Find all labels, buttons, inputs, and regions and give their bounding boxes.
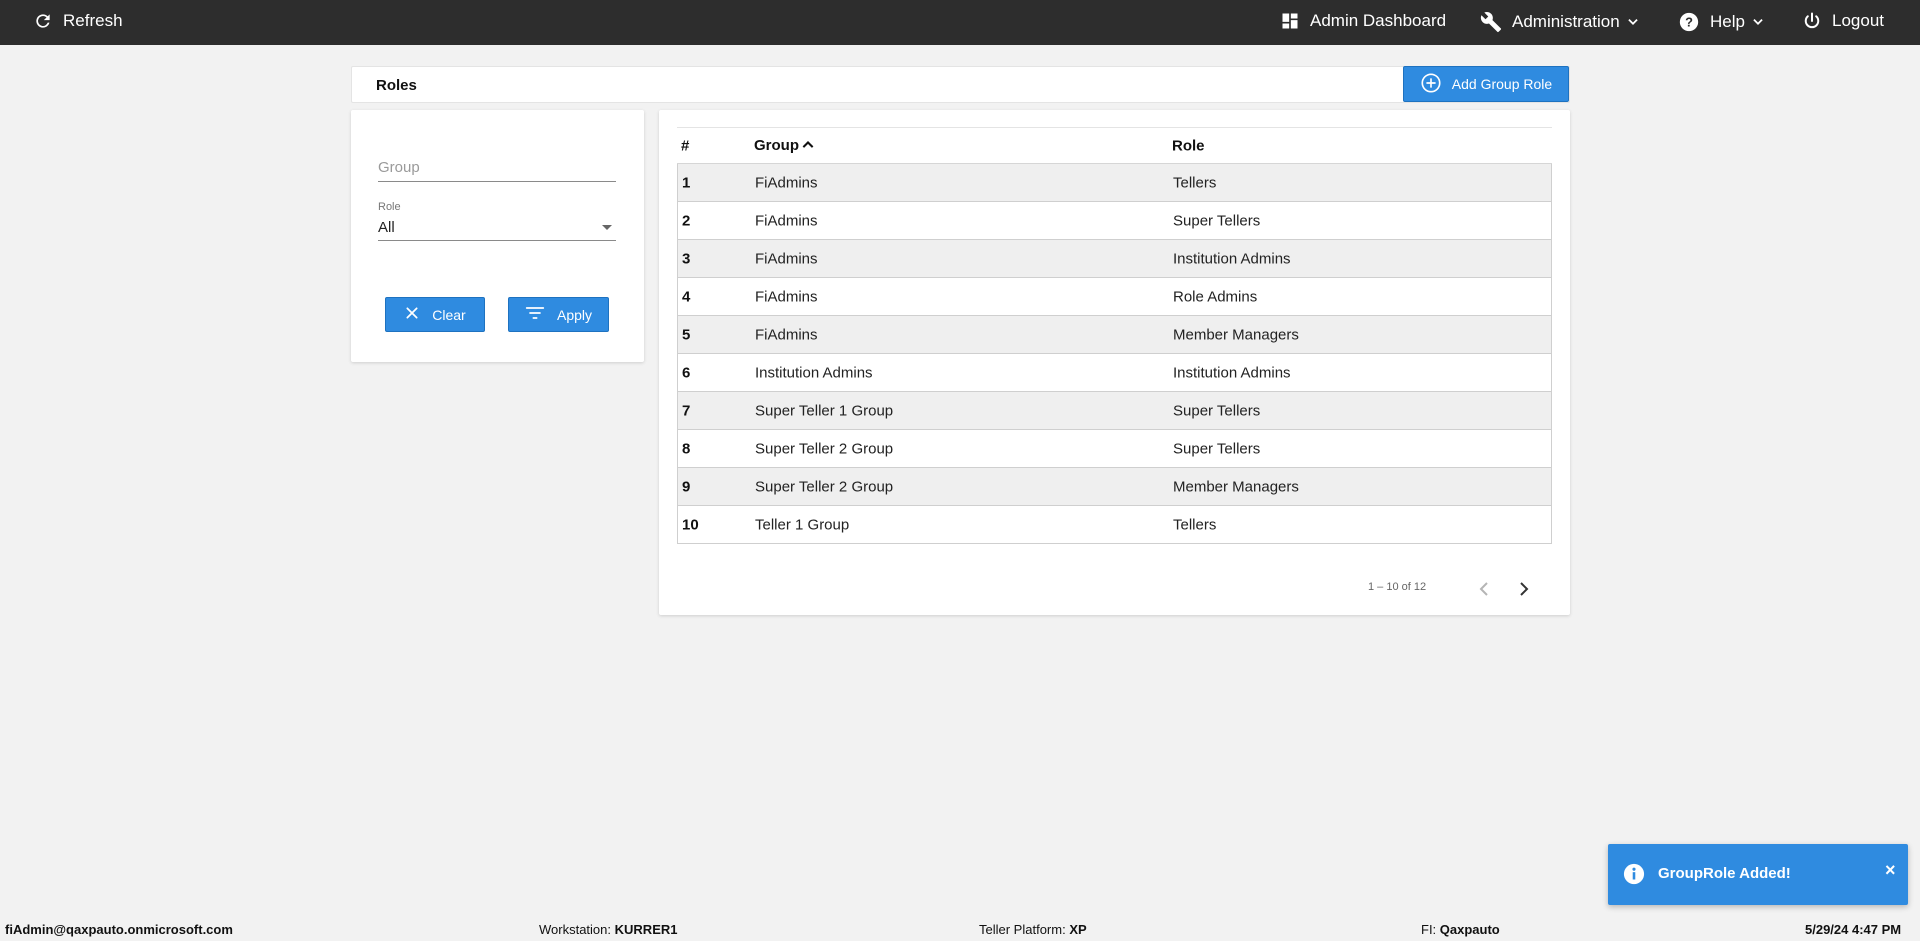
administration-label: Administration: [1512, 12, 1620, 31]
group-filter-input[interactable]: [378, 154, 616, 182]
chevron-left-icon: [1479, 582, 1488, 596]
top-navigation-bar: Refresh Admin Dashboard Administration ?…: [0, 0, 1920, 45]
row-group: Institution Admins: [755, 364, 873, 381]
clear-label: Clear: [432, 306, 466, 323]
table-row[interactable]: 7 Super Teller 1 Group Super Tellers: [677, 392, 1552, 430]
add-group-role-button[interactable]: Add Group Role: [1403, 66, 1569, 102]
table-row[interactable]: 3 FiAdmins Institution Admins: [677, 240, 1552, 278]
help-icon: ?: [1678, 11, 1700, 33]
row-role: Tellers: [1173, 174, 1217, 191]
role-filter-label: Role: [378, 201, 401, 213]
table-row[interactable]: 8 Super Teller 2 Group Super Tellers: [677, 430, 1552, 468]
filter-icon: [525, 305, 545, 324]
row-role: Super Tellers: [1173, 440, 1261, 457]
previous-page-button[interactable]: [1477, 580, 1491, 603]
row-group: Super Teller 1 Group: [755, 402, 894, 419]
row-number: 8: [682, 440, 691, 457]
roles-table: # Group Role 1 FiAdmins Tellers 2 FiAdmins Su…: [677, 127, 1552, 544]
row-number: 5: [682, 326, 691, 343]
column-header-group-label: Group: [754, 136, 799, 154]
row-number: 7: [682, 402, 691, 419]
row-role: Member Managers: [1173, 478, 1299, 495]
chevron-down-icon: [1751, 15, 1765, 29]
row-group: Teller 1 Group: [755, 516, 850, 533]
row-group: FiAdmins: [755, 288, 818, 305]
admin-dashboard-link[interactable]: Admin Dashboard: [1280, 11, 1446, 31]
apply-button[interactable]: Apply: [508, 297, 609, 332]
logout-label: Logout: [1832, 11, 1884, 30]
power-icon: [1802, 11, 1822, 31]
status-workstation: Workstation: KURRER1: [539, 922, 678, 937]
notification-toast: GroupRole Added! ×: [1608, 844, 1908, 905]
role-filter-select[interactable]: All: [378, 215, 616, 241]
row-number: 4: [682, 288, 691, 305]
row-role: Institution Admins: [1173, 250, 1291, 267]
table-row[interactable]: 9 Super Teller 2 Group Member Managers: [677, 468, 1552, 506]
wrench-icon: [1480, 11, 1502, 33]
info-icon: [1623, 863, 1645, 890]
table-row[interactable]: 10 Teller 1 Group Tellers: [677, 506, 1552, 544]
page-title: Roles: [376, 77, 417, 94]
clear-button[interactable]: Clear: [385, 297, 485, 332]
row-group: FiAdmins: [755, 250, 818, 267]
table-row[interactable]: 2 FiAdmins Super Tellers: [677, 202, 1552, 240]
table-row[interactable]: 4 FiAdmins Role Admins: [677, 278, 1552, 316]
add-circle-icon: [1420, 72, 1442, 97]
column-header-number: #: [681, 137, 690, 154]
row-group: Super Teller 2 Group: [755, 440, 894, 457]
status-bar: fiAdmin@qaxpauto.onmicrosoft.com Worksta…: [0, 915, 1920, 941]
row-number: 6: [682, 364, 691, 381]
role-filter-value: All: [378, 219, 395, 236]
logout-button[interactable]: Logout: [1802, 11, 1884, 31]
help-label: Help: [1710, 12, 1745, 31]
pagination-range: 1 – 10 of 12: [1368, 581, 1427, 593]
row-number: 1: [682, 174, 691, 191]
next-page-button[interactable]: [1517, 580, 1531, 603]
apply-label: Apply: [556, 306, 593, 323]
column-header-group[interactable]: Group: [754, 137, 815, 155]
status-datetime: 5/29/24 4:47 PM: [1805, 922, 1902, 937]
row-group: FiAdmins: [755, 212, 818, 229]
refresh-label: Refresh: [63, 11, 123, 30]
refresh-button[interactable]: Refresh: [33, 11, 123, 31]
toast-message: GroupRole Added!: [1658, 865, 1791, 882]
table-header-row: # Group Role: [677, 128, 1552, 164]
dropdown-caret-icon: [602, 225, 612, 230]
row-number: 2: [682, 212, 691, 229]
dashboard-icon: [1280, 11, 1300, 31]
admin-dashboard-label: Admin Dashboard: [1310, 11, 1447, 30]
status-fi: FI: Qaxpauto: [1421, 922, 1500, 937]
toast-close-button[interactable]: ×: [1885, 861, 1896, 879]
table-row[interactable]: 6 Institution Admins Institution Admins: [677, 354, 1552, 392]
row-role: Super Tellers: [1173, 212, 1261, 229]
row-role: Institution Admins: [1173, 364, 1291, 381]
column-header-role[interactable]: Role: [1172, 137, 1205, 154]
status-user: fiAdmin@qaxpauto.onmicrosoft.com: [5, 922, 233, 937]
filter-panel: Role All Clear Apply: [351, 110, 644, 362]
row-number: 9: [682, 478, 691, 495]
svg-text:?: ?: [1685, 15, 1693, 30]
row-number: 3: [682, 250, 691, 267]
row-role: Super Tellers: [1173, 402, 1261, 419]
table-row[interactable]: 1 FiAdmins Tellers: [677, 164, 1552, 202]
chevron-right-icon: [1520, 582, 1529, 596]
row-group: Super Teller 2 Group: [755, 478, 894, 495]
table-row[interactable]: 5 FiAdmins Member Managers: [677, 316, 1552, 354]
status-teller-platform: Teller Platform: XP: [979, 922, 1087, 937]
row-role: Role Admins: [1173, 288, 1258, 305]
row-role: Tellers: [1173, 516, 1217, 533]
row-group: FiAdmins: [755, 174, 818, 191]
help-menu[interactable]: ? Help: [1678, 11, 1765, 33]
row-group: FiAdmins: [755, 326, 818, 343]
sort-ascending-icon: [801, 137, 815, 154]
roles-table-card: # Group Role 1 FiAdmins Tellers 2 FiAdmins Su…: [659, 110, 1570, 615]
close-icon: [404, 305, 420, 324]
chevron-down-icon: [1626, 15, 1640, 29]
row-number: 10: [682, 516, 699, 533]
administration-menu[interactable]: Administration: [1480, 11, 1640, 33]
row-role: Member Managers: [1173, 326, 1299, 343]
refresh-icon: [33, 11, 53, 31]
add-group-role-label: Add Group Role: [1451, 76, 1553, 92]
roles-header: Roles: [351, 66, 1570, 103]
